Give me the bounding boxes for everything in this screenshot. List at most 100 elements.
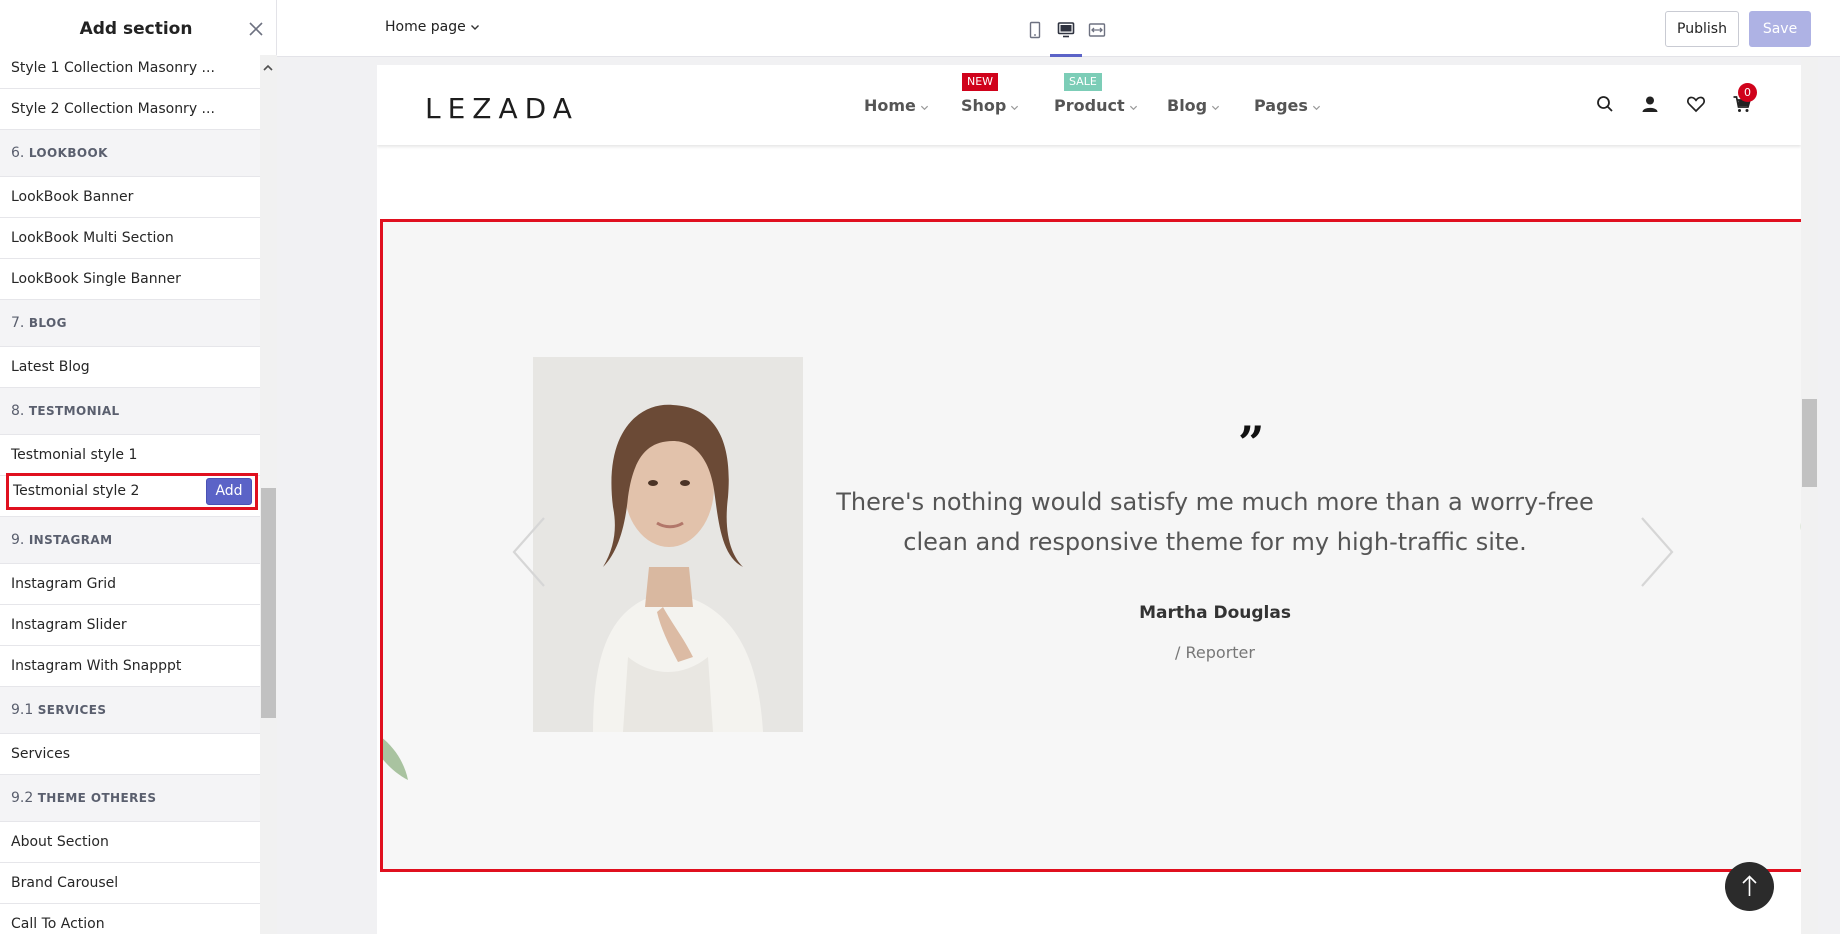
- store-preview: LEZADA Home Shop Product Blog Pages NEW …: [377, 65, 1801, 934]
- sidebar-item[interactable]: Style 1 Collection Masonry ...: [0, 55, 260, 89]
- preview-scrollbar-thumb[interactable]: [1802, 399, 1817, 487]
- sidebar-item[interactable]: Latest Blog: [0, 347, 260, 388]
- testimonial-portrait-image: [533, 357, 803, 732]
- category-label: INSTAGRAM: [28, 533, 113, 547]
- nav-label: Pages: [1254, 96, 1308, 115]
- sidebar-item-label: Latest Blog: [11, 359, 90, 375]
- category-label: THEME OTHERES: [37, 791, 157, 805]
- section-background-band: [380, 730, 1801, 870]
- category-number: 8.: [11, 403, 25, 419]
- sidebar-item-label: Style 2 Collection Masonry ...: [11, 101, 215, 117]
- category-header: 9. INSTAGRAM: [0, 517, 260, 564]
- search-icon[interactable]: [1595, 94, 1615, 114]
- sidebar-item[interactable]: Instagram Grid: [0, 564, 260, 605]
- back-to-top-button[interactable]: [1725, 862, 1774, 911]
- sidebar-item[interactable]: Services: [0, 734, 260, 775]
- category-number: 7.: [11, 315, 25, 331]
- sidebar-item[interactable]: Call To Action: [0, 904, 260, 934]
- sidebar-item[interactable]: LookBook Single Banner: [0, 259, 260, 300]
- store-logo[interactable]: LEZADA: [425, 92, 579, 125]
- category-header: 9.1 SERVICES: [0, 687, 260, 734]
- sidebar-item-label: Style 1 Collection Masonry ...: [11, 60, 215, 76]
- prev-arrow-icon[interactable]: [508, 512, 548, 592]
- sidebar-scrollbar-thumb[interactable]: [261, 488, 276, 718]
- publish-button[interactable]: Publish: [1665, 11, 1739, 47]
- nav-label: Shop: [961, 96, 1007, 115]
- sidebar-item[interactable]: Instagram Slider: [0, 605, 260, 646]
- sidebar-item-label: Instagram With Snapppt: [11, 658, 182, 674]
- quote-mark: ”: [1238, 416, 1265, 470]
- testimonial-author: Martha Douglas: [1139, 603, 1291, 623]
- sidebar-item-label: Call To Action: [11, 916, 105, 932]
- sidebar-item[interactable]: LookBook Multi Section: [0, 218, 260, 259]
- sidebar-item-label: LookBook Single Banner: [11, 271, 181, 287]
- sidebar-item[interactable]: Brand Carousel: [0, 863, 260, 904]
- testimonial-section[interactable]: ” There's nothing would satisfy me much …: [380, 220, 1801, 870]
- category-header: 8. TESTMONIAL: [0, 388, 260, 435]
- category-label: BLOG: [28, 316, 67, 330]
- mobile-view-icon[interactable]: [1025, 20, 1045, 40]
- nav-label: Blog: [1167, 96, 1208, 115]
- category-label: TESTMONIAL: [28, 404, 120, 418]
- desktop-view-icon[interactable]: [1056, 20, 1076, 40]
- category-number: 9.: [11, 532, 25, 548]
- close-icon[interactable]: [247, 20, 265, 38]
- wishlist-heart-icon[interactable]: [1686, 94, 1706, 114]
- category-header: 7. BLOG: [0, 300, 260, 347]
- nav-pages[interactable]: Pages: [1254, 96, 1321, 116]
- nav-shop[interactable]: Shop: [961, 96, 1019, 116]
- nav-blog[interactable]: Blog: [1167, 96, 1220, 116]
- sidebar-item-label: LookBook Banner: [11, 189, 134, 205]
- nav-label: Home: [864, 96, 916, 115]
- preview-scrollbar[interactable]: [1801, 57, 1818, 934]
- category-number: 9.1: [11, 702, 34, 718]
- sidebar-item-label: Testmonial style 1: [11, 447, 138, 463]
- sidebar-item-label: Services: [11, 746, 71, 762]
- sidebar-item[interactable]: Style 2 Collection Masonry ...: [0, 89, 260, 130]
- fullwidth-view-icon[interactable]: [1087, 20, 1107, 40]
- sidebar-item-label: LookBook Multi Section: [11, 230, 174, 246]
- save-button[interactable]: Save: [1749, 11, 1811, 47]
- next-arrow-icon[interactable]: [1638, 512, 1678, 592]
- add-button[interactable]: Add: [206, 478, 252, 505]
- sidebar-item[interactable]: Instagram With Snapppt: [0, 646, 260, 687]
- cart-count-badge: 0: [1738, 83, 1757, 102]
- nav-home[interactable]: Home: [864, 96, 929, 116]
- editor-toolbar: Home page Publish Save: [277, 0, 1840, 57]
- sidebar-item-testmonial-style-2[interactable]: Testmonial style 2 Add: [6, 473, 258, 510]
- sidebar-item[interactable]: Testmonial style 1: [0, 435, 260, 476]
- nav-product[interactable]: Product: [1054, 96, 1138, 116]
- sidebar-item-label: Testmonial style 2: [13, 483, 140, 499]
- category-header: 6. LOOKBOOK: [0, 130, 260, 177]
- sidebar-item-label: Instagram Slider: [11, 617, 127, 633]
- chevron-down-icon: [1312, 97, 1321, 116]
- nav-badge-new: NEW: [962, 73, 999, 91]
- panel-title: Add section: [79, 19, 193, 39]
- sidebar-item[interactable]: LookBook Banner: [0, 177, 260, 218]
- testimonial-quote: There's nothing would satisfy me much mo…: [836, 488, 1594, 556]
- leaf-decoration-image: [1780, 490, 1801, 570]
- category-number: 6.: [11, 145, 25, 161]
- chevron-down-icon: [466, 19, 480, 35]
- category-label: SERVICES: [37, 703, 107, 717]
- sidebar-item[interactable]: About Section: [0, 822, 260, 863]
- category-number: 9.2: [11, 790, 34, 806]
- category-label: LOOKBOOK: [28, 146, 108, 160]
- category-header: 9.2 THEME OTHERES: [0, 775, 260, 822]
- store-header: LEZADA Home Shop Product Blog Pages NEW …: [377, 65, 1801, 145]
- testimonial-role: / Reporter: [1175, 643, 1255, 662]
- sidebar-item-label: About Section: [11, 834, 109, 850]
- nav-label: Product: [1054, 96, 1125, 115]
- sidebar-item-label: Instagram Grid: [11, 576, 117, 592]
- chevron-down-icon: [920, 97, 929, 116]
- account-icon[interactable]: [1640, 94, 1660, 114]
- scroll-up-arrow-icon[interactable]: [262, 59, 274, 71]
- chevron-down-icon: [1129, 97, 1138, 116]
- active-view-indicator: [1050, 54, 1082, 57]
- sidebar-item-label: Brand Carousel: [11, 875, 119, 891]
- panel-header: Add section: [0, 0, 276, 59]
- nav-badge-sale: SALE: [1064, 73, 1102, 91]
- chevron-down-icon: [1010, 97, 1019, 116]
- add-section-panel: Add section Style 1 Collection Masonry .…: [0, 0, 277, 934]
- page-selector[interactable]: Home page: [385, 19, 480, 35]
